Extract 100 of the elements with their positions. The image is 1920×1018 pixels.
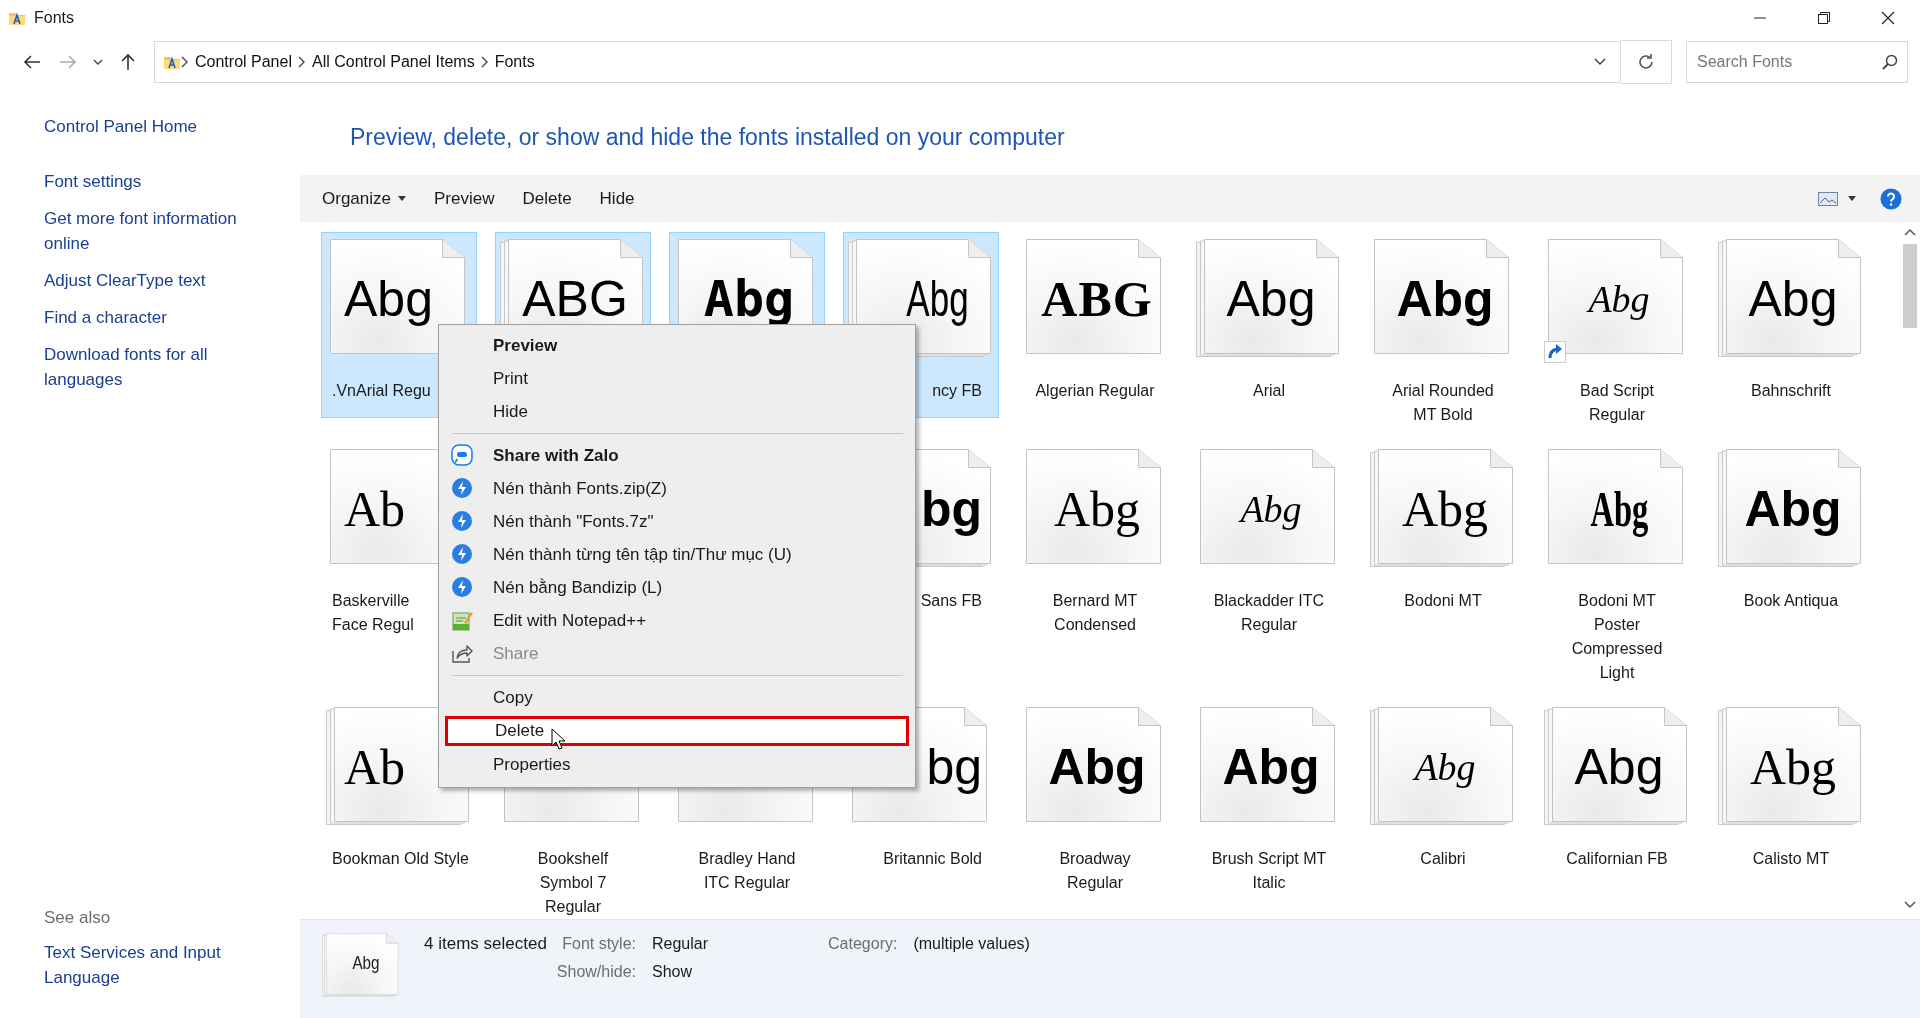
restore-icon: [1817, 11, 1831, 25]
font-tile[interactable]: Abg Calibri: [1365, 700, 1521, 886]
font-sample: Abg: [1240, 487, 1302, 532]
breadcrumb[interactable]: All Control Panel Items: [305, 53, 481, 71]
font-name: Bahnschrift: [1750, 381, 1831, 401]
property-label: Font style:: [561, 935, 636, 953]
sidebar-link[interactable]: Find a character: [44, 305, 284, 330]
property-label: Show/hide:: [556, 963, 636, 981]
font-sample: Abg: [352, 952, 380, 974]
sidebar-link[interactable]: Adjust ClearType text: [44, 268, 284, 293]
font-tile[interactable]: Abg Book Antiqua: [1713, 442, 1869, 628]
font-name: Calisto MT: [1752, 849, 1830, 869]
font-tile[interactable]: ABG Algerian Regular: [1017, 232, 1173, 418]
font-sample: Abg: [1744, 480, 1842, 539]
breadcrumb[interactable]: Fonts: [488, 53, 541, 71]
toolbar-button[interactable]: Organize: [310, 182, 418, 215]
font-name: Bodoni MT: [1404, 591, 1482, 611]
selection-count: 4 items selected: [424, 934, 547, 954]
font-tile[interactable]: Abg Bodoni MT Poster Compressed Light: [1539, 442, 1695, 700]
font-name: Britannic Bold: [883, 849, 982, 869]
font-sample: Abg: [1749, 738, 1837, 797]
font-sample: bg: [926, 738, 982, 797]
font-tile[interactable]: Abg Arial: [1191, 232, 1347, 418]
font-tile[interactable]: Abg Bad Script Regular: [1539, 232, 1695, 442]
font-name: Bookman Old Style: [332, 849, 469, 869]
address-bar[interactable]: Control Panel All Control Panel Items Fonts: [154, 41, 1621, 83]
lightning-icon: [451, 576, 473, 598]
font-name: Book Antiqua: [1743, 591, 1839, 611]
menu-item[interactable]: Nén thành Fonts.zip(Z): [443, 472, 911, 505]
menu-item: Share: [443, 637, 911, 670]
search-field[interactable]: Search Fonts: [1686, 41, 1908, 83]
sidebar-link[interactable]: Get more font information online: [44, 206, 284, 256]
chevron-icon: [181, 56, 189, 68]
refresh-button[interactable]: [1621, 40, 1672, 84]
font-name: Broadway Regular: [1058, 849, 1132, 893]
sidebar-link[interactable]: Font settings: [44, 169, 284, 194]
search-icon: [1882, 54, 1898, 70]
font-sample: Abg: [1396, 270, 1494, 329]
sidebar-link[interactable]: Download fonts for all languages: [44, 342, 284, 392]
chat-bubble-icon: [451, 444, 473, 466]
font-tile[interactable]: Abg Arial Rounded MT Bold: [1365, 232, 1521, 442]
font-sample: Abg: [1590, 480, 1648, 539]
caret-icon: [1848, 196, 1856, 201]
font-sample: Abg: [344, 270, 433, 329]
toolbar-button[interactable]: Delete: [510, 182, 584, 215]
scrollbar-thumb[interactable]: [1903, 244, 1917, 328]
menu-item[interactable]: Share with Zalo: [443, 439, 911, 472]
sidebar-link[interactable]: Control Panel Home: [44, 114, 284, 139]
font-name: Brush Script MT Italic: [1210, 849, 1328, 893]
breadcrumb[interactable]: Control Panel: [189, 53, 298, 71]
sidebar-link[interactable]: Text Services and Input Language: [44, 940, 284, 990]
lightning-icon: [451, 543, 473, 565]
see-also-heading: See also: [44, 908, 112, 928]
menu-item[interactable]: Nén bằng Bandizip (L): [443, 571, 911, 604]
font-sample: Ab: [344, 738, 406, 797]
font-sample: ABG: [522, 270, 628, 329]
font-tile[interactable]: Abg Blackadder ITC Regular: [1191, 442, 1347, 652]
lightning-icon: [451, 477, 473, 499]
toolbar-button[interactable]: Preview: [422, 182, 507, 215]
refresh-icon: [1637, 53, 1655, 71]
font-tile[interactable]: Abg Bodoni MT: [1365, 442, 1521, 628]
menu-item[interactable]: Edit with Notepad++: [443, 604, 911, 637]
font-tile[interactable]: Abg Bahnschrift: [1713, 232, 1869, 418]
forward-icon: [59, 53, 77, 71]
font-tile[interactable]: Abg Calisto MT: [1713, 700, 1869, 886]
font-name: Arial: [1253, 381, 1285, 401]
back-icon: [23, 53, 41, 71]
scroll-down-icon: [1904, 901, 1916, 909]
font-name: .VnArial Regu: [332, 381, 431, 401]
font-name: Bernard MT Condensed: [1051, 591, 1139, 635]
help-icon: [1880, 187, 1902, 210]
property-value: Regular: [652, 935, 709, 953]
close-icon: [1881, 11, 1895, 25]
menu-item[interactable]: Copy: [443, 681, 911, 714]
font-sample: bg: [920, 480, 982, 539]
font-name: Bad Script Regular: [1579, 381, 1655, 425]
font-tile[interactable]: Abg Brush Script MT Italic: [1191, 700, 1347, 910]
menu-item[interactable]: Properties: [443, 748, 911, 781]
window-title: Fonts: [34, 9, 75, 27]
font-name: Bradley Hand ITC Regular: [697, 849, 797, 893]
font-sample: Abg: [1401, 480, 1489, 539]
font-tile[interactable]: Abg Bernard MT Condensed: [1017, 442, 1173, 652]
font-name: Baskerville Face Regul: [332, 591, 414, 635]
font-sample: Abg: [1574, 738, 1664, 797]
font-name: Bodoni MT Poster Compressed Light: [1570, 591, 1664, 683]
toolbar-button[interactable]: Hide: [587, 182, 647, 215]
font-sample: Abg: [1748, 270, 1838, 329]
property-value: Show: [652, 963, 694, 981]
font-sample: Ab: [344, 480, 406, 539]
property-label: Category:: [828, 935, 898, 953]
font-name: Blackadder ITC Regular: [1212, 591, 1326, 635]
notepad-icon: [451, 609, 473, 631]
font-name: Algerian Regular: [1035, 381, 1155, 401]
font-name: Calibri: [1420, 849, 1466, 869]
menu-item[interactable]: Nén thành từng tên tập tin/Thư mục (U): [443, 538, 911, 571]
font-tile[interactable]: Abg Broadway Regular: [1017, 700, 1173, 910]
up-icon: [119, 53, 137, 71]
font-tile[interactable]: Abg Californian FB: [1539, 700, 1695, 886]
menu-item[interactable]: Nén thành "Fonts.7z": [443, 505, 911, 538]
property-value: (multiple values): [913, 935, 1030, 953]
